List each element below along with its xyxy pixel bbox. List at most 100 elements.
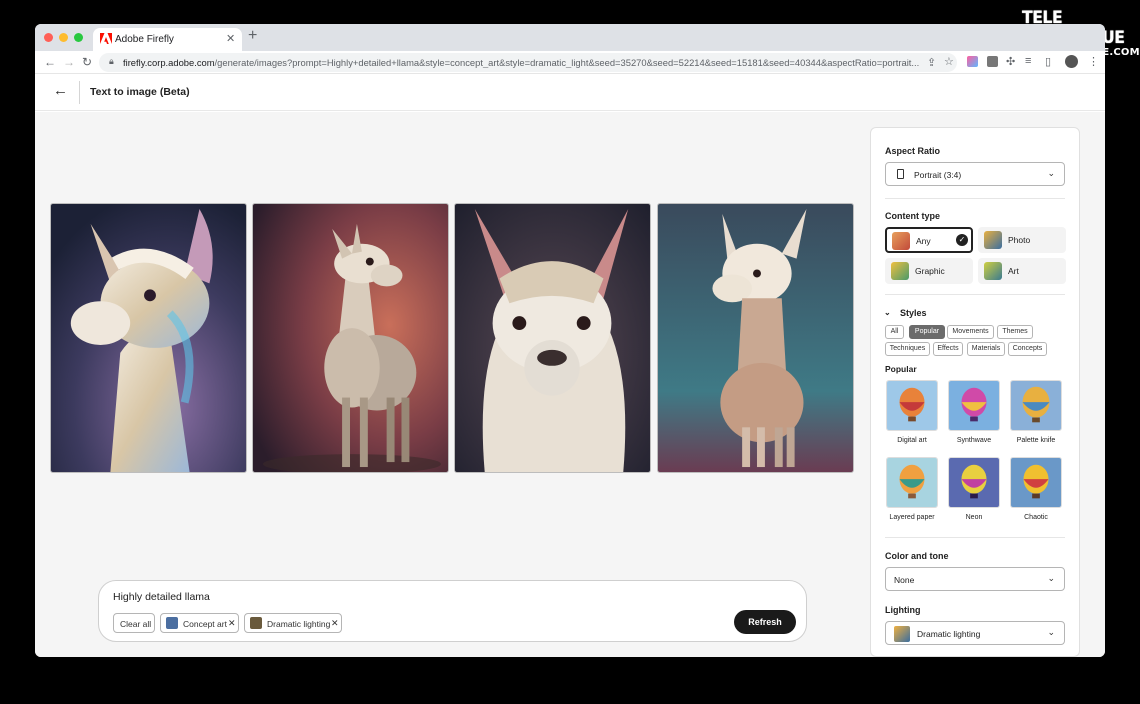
content-type-label: Photo <box>1008 235 1031 245</box>
style-digital-art[interactable]: Digital art <box>886 380 938 444</box>
content-type-photo[interactable]: Photo <box>978 227 1066 253</box>
checkmark-icon: ✓ <box>956 234 968 246</box>
style-tag-themes[interactable]: Themes <box>997 325 1033 339</box>
style-tag-popular[interactable]: Popular <box>909 325 945 339</box>
style-label: Synthwave <box>956 437 992 444</box>
main-canvas: Highly detailed llama Clear all Concept … <box>35 112 1105 657</box>
chevron-down-icon: ⌄ <box>1047 627 1055 637</box>
style-palette-knife[interactable]: Palette knife <box>1010 380 1062 444</box>
tab-close-icon[interactable]: ✕ <box>226 32 235 45</box>
remove-chip-icon[interactable]: ✕ <box>228 618 236 629</box>
minimize-window-button[interactable] <box>59 33 68 42</box>
content-type-art[interactable]: Art <box>978 258 1066 284</box>
style-tag-all[interactable]: All <box>885 325 904 339</box>
app-header: ← Text to image (Beta) <box>35 74 1105 111</box>
content-type-graphic[interactable]: Graphic <box>885 258 973 284</box>
reading-list-icon[interactable]: ≡ <box>1025 55 1031 67</box>
chip-label: Dramatic lighting <box>267 619 331 629</box>
new-tab-icon[interactable]: + <box>248 27 257 45</box>
lock-icon: 🔒︎ <box>109 56 114 66</box>
maximize-window-button[interactable] <box>74 33 83 42</box>
refresh-button[interactable]: Refresh <box>734 610 796 634</box>
profile-avatar[interactable] <box>1065 55 1078 68</box>
lighting-value: Dramatic lighting <box>917 629 981 639</box>
adobe-logo-icon <box>100 33 112 44</box>
divider <box>885 198 1065 199</box>
share-icon[interactable]: ⇪ <box>927 56 936 69</box>
generated-image-1[interactable] <box>50 203 247 473</box>
aspect-ratio-value: Portrait (3:4) <box>914 170 962 180</box>
browser-toolbar: ← → ↻ 🔒︎ firefly.corp.adobe.com/generate… <box>35 51 1105 74</box>
style-label: Palette knife <box>1016 437 1056 444</box>
style-tag-materials[interactable]: Materials <box>967 342 1005 356</box>
extension-z-icon[interactable] <box>987 56 998 67</box>
aspect-ratio-title: Aspect Ratio <box>885 146 941 156</box>
back-icon[interactable]: ← <box>44 55 56 69</box>
layered-paper-thumbnail <box>886 457 938 508</box>
clear-all-button[interactable]: Clear all <box>113 613 155 633</box>
lighting-select[interactable]: Dramatic lighting ⌄ <box>885 621 1065 645</box>
bookmark-star-icon[interactable]: ☆ <box>944 55 954 68</box>
style-layered-paper[interactable]: Layered paper <box>886 457 938 521</box>
tab-bar: Adobe Firefly ✕ + <box>35 24 1105 51</box>
synthwave-thumbnail <box>948 380 1000 431</box>
chaotic-thumbnail <box>1010 457 1062 508</box>
forward-icon[interactable]: → <box>63 55 75 69</box>
any-thumbnail <box>892 232 910 250</box>
style-tag-techniques[interactable]: Techniques <box>885 342 930 356</box>
reload-icon[interactable]: ↻ <box>82 55 92 69</box>
page-title: Text to image (Beta) <box>90 86 190 98</box>
portrait-icon <box>897 169 904 179</box>
generated-image-2[interactable] <box>252 203 449 473</box>
extension-color-icon[interactable] <box>967 56 978 67</box>
digital-art-thumbnail <box>886 380 938 431</box>
color-tone-value: None <box>894 575 915 585</box>
style-label: Digital art <box>897 437 927 444</box>
prompt-box: Highly detailed llama Clear all Concept … <box>98 580 807 642</box>
menu-kebab-icon[interactable]: ⋮ <box>1088 55 1099 68</box>
chevron-down-icon: ⌄ <box>1047 573 1055 583</box>
clear-all-label: Clear all <box>120 619 152 629</box>
chip-dramatic-lighting[interactable]: Dramatic lighting ✕ <box>244 613 342 633</box>
art-thumbnail <box>984 262 1002 280</box>
chip-label: Concept art <box>183 619 227 629</box>
puzzle-icon[interactable]: ✣ <box>1006 55 1015 68</box>
content-type-label: Graphic <box>915 266 945 276</box>
chevron-down-icon: ⌄ <box>1047 168 1055 178</box>
dramatic-lighting-thumbnail <box>250 617 262 629</box>
style-tag-movements[interactable]: Movements <box>947 325 994 339</box>
back-arrow-icon[interactable]: ← <box>53 82 68 99</box>
graphic-thumbnail <box>891 262 909 280</box>
generated-image-3[interactable] <box>454 203 651 473</box>
sidebar-icon[interactable]: ▯ <box>1045 55 1051 68</box>
aspect-ratio-select[interactable]: Portrait (3:4) ⌄ <box>885 162 1065 186</box>
style-neon[interactable]: Neon <box>948 457 1000 521</box>
browser-window: Adobe Firefly ✕ + ← → ↻ 🔒︎ firefly.corp.… <box>35 24 1105 657</box>
chip-concept-art[interactable]: Concept art ✕ <box>160 613 239 633</box>
browser-tab[interactable]: Adobe Firefly ✕ <box>93 28 242 51</box>
style-chaotic[interactable]: Chaotic <box>1010 457 1062 521</box>
concept-art-thumbnail <box>166 617 178 629</box>
prompt-input[interactable]: Highly detailed llama <box>113 591 210 603</box>
content-type-title: Content type <box>885 211 940 221</box>
palette-knife-thumbnail <box>1010 380 1062 431</box>
style-label: Chaotic <box>1024 514 1048 521</box>
address-bar[interactable]: 🔒︎ firefly.corp.adobe.com/generate/image… <box>99 53 957 72</box>
generated-image-4[interactable] <box>657 203 854 473</box>
style-tag-effects[interactable]: Effects <box>933 342 963 356</box>
url-text: firefly.corp.adobe.com/generate/images?p… <box>123 57 920 68</box>
collapse-styles-icon[interactable]: ⌄ <box>884 308 891 317</box>
divider <box>885 537 1065 538</box>
color-tone-select[interactable]: None ⌄ <box>885 567 1065 591</box>
style-tag-concepts[interactable]: Concepts <box>1008 342 1047 356</box>
content-type-any[interactable]: Any ✓ <box>885 227 973 253</box>
style-label: Layered paper <box>889 514 935 521</box>
style-label: Neon <box>965 514 983 521</box>
style-synthwave[interactable]: Synthwave <box>948 380 1000 444</box>
close-window-button[interactable] <box>44 33 53 42</box>
styles-title: Styles <box>900 308 927 318</box>
neon-thumbnail <box>948 457 1000 508</box>
remove-chip-icon[interactable]: ✕ <box>331 618 339 629</box>
color-tone-title: Color and tone <box>885 551 949 561</box>
photo-thumbnail <box>984 231 1002 249</box>
